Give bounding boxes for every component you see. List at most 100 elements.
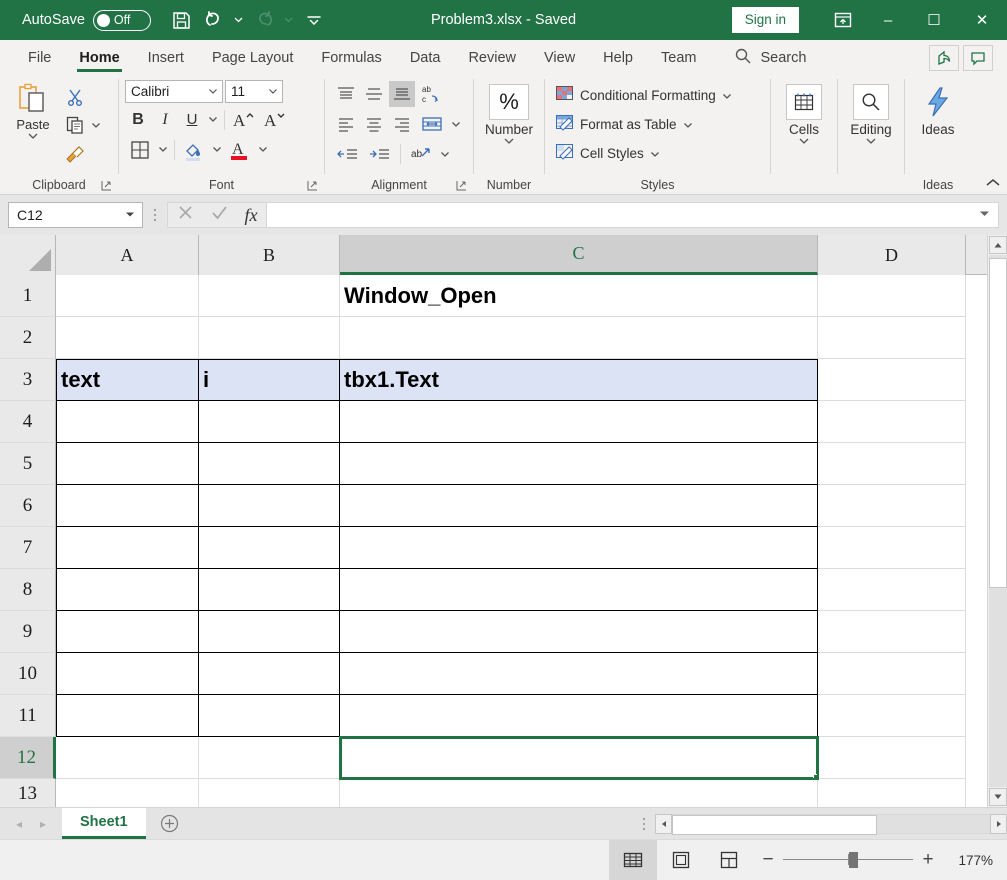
fill-handle[interactable] [813,774,817,778]
editing-dropdown-chevron-icon[interactable] [865,137,877,148]
vertical-scrollbar[interactable] [987,235,1007,807]
cell-b9[interactable] [199,611,340,653]
font-color-dropdown-chevron-icon[interactable] [256,137,270,163]
conditional-formatting-chevron-icon[interactable] [722,88,732,103]
cell-b12[interactable] [199,737,340,779]
text-orientation-icon[interactable]: ab c [417,81,447,107]
cell-a1[interactable] [56,275,199,317]
cell-c7[interactable] [340,527,818,569]
cell-c2[interactable] [340,317,818,359]
cell-b13[interactable] [199,779,340,807]
cell-a9[interactable] [56,611,199,653]
cell-b5[interactable] [199,443,340,485]
next-sheet-button[interactable]: ▸ [32,817,54,831]
maximize-button[interactable]: ☐ [911,0,957,40]
search-box[interactable]: Search [734,40,806,75]
cell-a7[interactable] [56,527,199,569]
cell-d11[interactable] [818,695,966,737]
previous-sheet-button[interactable]: ◂ [8,817,30,831]
formula-bar-grip[interactable] [143,207,167,223]
row-header-6[interactable]: 6 [0,485,56,527]
cell-c10[interactable] [340,653,818,695]
font-dialog-launcher[interactable] [307,180,319,192]
increase-font-size-button[interactable]: A [229,107,259,133]
vertical-scroll-thumb[interactable] [988,258,1007,588]
horizontal-scrollbar[interactable] [655,808,1007,839]
autosave-toggle[interactable]: Off [92,9,151,31]
cell-c4[interactable] [340,401,818,443]
scroll-left-button[interactable] [655,813,672,834]
customize-quick-access-icon[interactable] [299,5,329,35]
cell-b2[interactable] [199,317,340,359]
row-header-3[interactable]: 3 [0,359,56,401]
format-painter-icon[interactable] [62,140,88,166]
align-right-icon[interactable] [389,111,415,137]
align-left-icon[interactable] [333,111,359,137]
cell-a3[interactable]: text [56,359,199,401]
row-header-12[interactable]: 12 [0,737,56,779]
cell-c11[interactable] [340,695,818,737]
zoom-level-label[interactable]: 177% [943,853,999,868]
wrap-text-icon[interactable]: ab [406,141,436,167]
cell-styles-button[interactable]: Cell Styles [555,140,732,166]
tab-view[interactable]: View [530,40,589,75]
align-center-icon[interactable] [361,111,387,137]
cell-a13[interactable] [56,779,199,807]
tab-home[interactable]: Home [65,40,133,75]
cell-b10[interactable] [199,653,340,695]
cell-a5[interactable] [56,443,199,485]
copy-dropdown-chevron-icon[interactable] [89,112,103,138]
cell-c3[interactable]: tbx1.Text [340,359,818,401]
sign-in-button[interactable]: Sign in [731,6,799,34]
spreadsheet-grid[interactable]: A B C D 1 Window_Open 2 3 text i tbx1.Te… [0,235,1007,807]
borders-dropdown-chevron-icon[interactable] [156,137,170,163]
cell-b1[interactable] [199,275,340,317]
format-as-table-button[interactable]: Format as Table [555,111,732,137]
row-header-13[interactable]: 13 [0,779,56,807]
merge-cells-icon[interactable] [417,111,447,137]
cell-b7[interactable] [199,527,340,569]
cell-c12[interactable] [339,736,819,780]
ideas-button[interactable]: Ideas [909,80,967,137]
page-break-preview-icon[interactable] [705,840,753,880]
cell-b11[interactable] [199,695,340,737]
tab-team[interactable]: Team [647,40,710,75]
horizontal-scroll-track[interactable] [672,813,990,835]
cell-c1[interactable]: Window_Open [340,275,818,317]
cell-d4[interactable] [818,401,966,443]
tab-help[interactable]: Help [589,40,647,75]
row-header-9[interactable]: 9 [0,611,56,653]
cells-dropdown-chevron-icon[interactable] [798,137,810,148]
editing-magnifier-icon[interactable] [853,84,889,120]
tab-insert[interactable]: Insert [134,40,198,75]
cell-a11[interactable] [56,695,199,737]
collapse-ribbon-icon[interactable] [985,177,1001,192]
cell-a10[interactable] [56,653,199,695]
conditional-formatting-button[interactable]: Conditional Formatting [555,82,732,108]
cell-a12[interactable] [56,737,199,779]
page-layout-view-icon[interactable] [657,840,705,880]
sheet-tab-sheet1[interactable]: Sheet1 [62,808,146,839]
horizontal-scroll-thumb[interactable] [672,814,877,835]
tab-review[interactable]: Review [454,40,530,75]
number-dropdown-chevron-icon[interactable] [503,137,515,148]
name-box[interactable]: C12 [8,202,143,228]
cell-b6[interactable] [199,485,340,527]
paste-button[interactable]: Paste [4,80,62,140]
font-size-combobox[interactable]: 11 [225,80,283,103]
undo-icon[interactable] [199,5,229,35]
cancel-icon[interactable] [177,204,194,226]
scissors-icon[interactable] [62,84,88,110]
scroll-up-button[interactable] [988,236,1007,254]
share-icon[interactable] [929,44,959,71]
tab-file[interactable]: File [14,40,65,75]
row-header-8[interactable]: 8 [0,569,56,611]
decrease-font-size-button[interactable]: A [260,107,290,133]
ideas-lightning-icon[interactable] [920,84,956,120]
clipboard-dialog-launcher[interactable] [101,180,113,192]
cell-d13[interactable] [818,779,966,807]
save-icon[interactable] [167,5,197,35]
add-sheet-icon[interactable] [146,808,194,839]
minimize-button[interactable]: – [865,0,911,40]
fx-icon[interactable]: fx [245,205,258,226]
